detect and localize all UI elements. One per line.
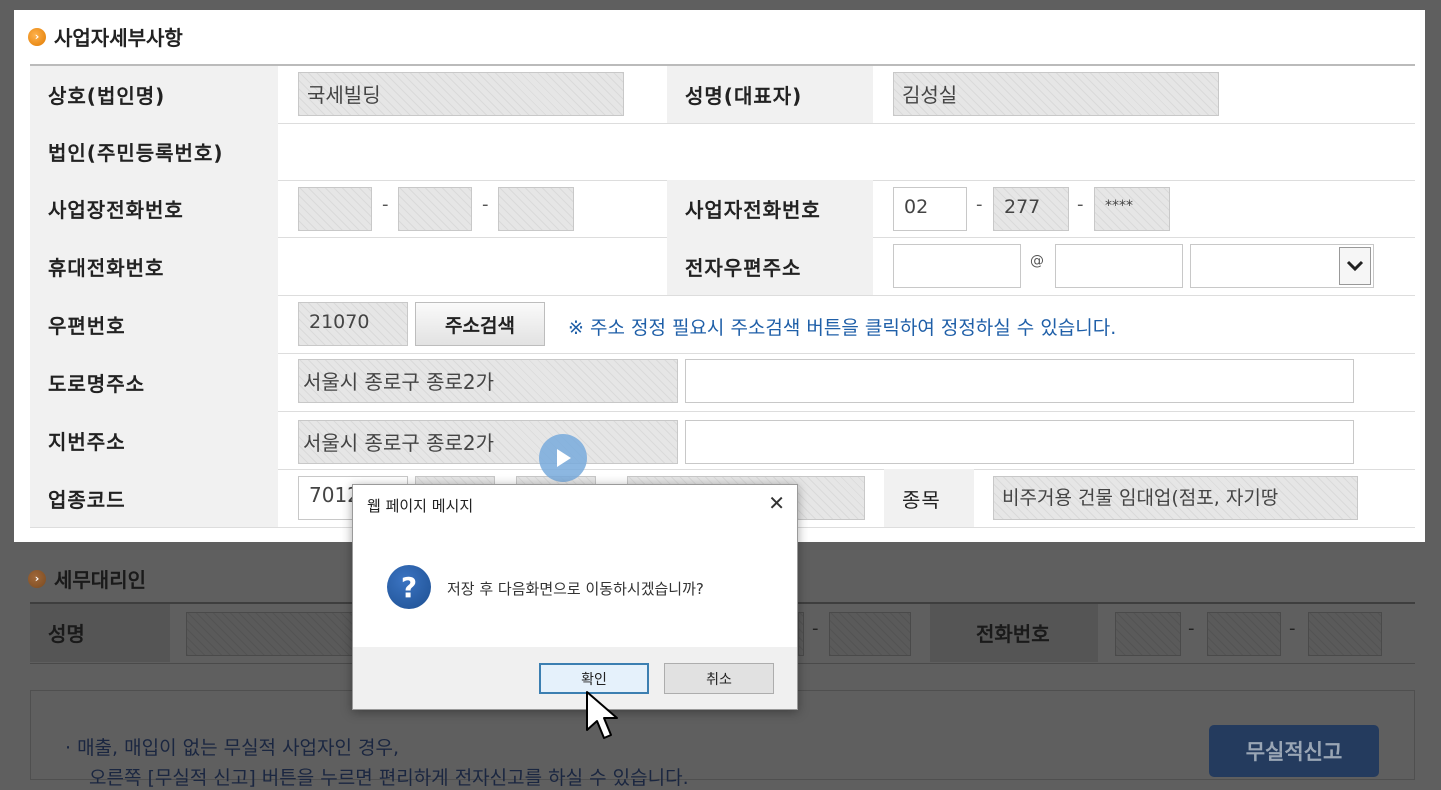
trade-name-label: 상호(법인명) <box>30 66 278 123</box>
web-page-message-dialog: 웹 페이지 메시지 ✕ ? 저장 후 다음화면으로 이동하시겠습니까? 확인 취… <box>352 484 798 710</box>
road-address-field[interactable]: 서울시 종로구 종로2가 <box>298 359 678 403</box>
road-address-label: 도로명주소 <box>30 353 278 411</box>
business-details-panel: › 사업자세부사항 상호(법인명) 국세빌딩 성명(대표자) 김성실 법인(주민… <box>14 10 1425 542</box>
address-search-button[interactable]: 주소검색 <box>415 302 545 346</box>
question-icon: ? <box>387 565 431 609</box>
postal-value: 21070 <box>309 311 370 333</box>
row-road-address: 도로명주소 서울시 종로구 종로2가 <box>30 353 1415 412</box>
section-bullet-icon: › <box>28 569 46 588</box>
biz-phone-part1[interactable] <box>298 187 372 231</box>
email-domain-input[interactable] <box>1055 244 1183 288</box>
postal-field[interactable]: 21070 <box>298 302 408 346</box>
owner-phone-part2[interactable]: 277 <box>993 187 1069 231</box>
item-label: 종목 <box>884 469 974 527</box>
email-domain-select[interactable] <box>1190 244 1374 288</box>
dash: - <box>976 194 983 215</box>
owner-phone-label: 사업자전화번호 <box>667 180 873 237</box>
tax-agent-phone-part2[interactable] <box>1207 612 1281 656</box>
corp-reg-label: 법인(주민등록번호) <box>30 123 278 180</box>
row-trade-name: 상호(법인명) 국세빌딩 성명(대표자) 김성실 <box>30 66 1415 124</box>
owner-phone-part3-value: **** <box>1105 198 1133 214</box>
owner-phone-part1[interactable]: 02 <box>893 187 967 231</box>
no-record-report-button[interactable]: 무실적신고 <box>1209 725 1379 777</box>
row-corp-reg: 법인(주민등록번호) <box>30 123 1415 181</box>
email-local-input[interactable] <box>893 244 1021 288</box>
cancel-button[interactable]: 취소 <box>664 663 774 694</box>
dash: - <box>1077 194 1084 215</box>
dash: - <box>1289 618 1296 639</box>
business-details-title: › 사업자세부사항 <box>28 22 183 51</box>
owner-phone-part1-value: 02 <box>904 196 929 218</box>
tax-agent-name-field[interactable] <box>186 612 356 656</box>
dialog-title: 웹 페이지 메시지 <box>367 497 474 515</box>
play-icon[interactable] <box>539 434 587 482</box>
rep-name-field[interactable]: 김성실 <box>893 72 1219 116</box>
email-label: 전자우편주소 <box>667 237 873 295</box>
mobile-label: 휴대전화번호 <box>30 237 278 295</box>
rep-name-label: 성명(대표자) <box>667 66 873 123</box>
notice-line-2: 오른쪽 [무실적 신고] 버튼을 누르면 편리하게 전자신고를 하실 수 있습니… <box>89 767 689 789</box>
tax-agent-id-field[interactable] <box>798 612 804 656</box>
close-icon[interactable]: ✕ <box>768 491 785 515</box>
lot-address-field[interactable]: 서울시 종로구 종로2가 <box>298 420 678 464</box>
tax-agent-phone-part1[interactable] <box>1115 612 1181 656</box>
dialog-footer: 확인 취소 <box>353 647 797 709</box>
email-at-sign: @ <box>1030 253 1044 269</box>
row-lot-address: 지번주소 서울시 종로구 종로2가 <box>30 411 1415 470</box>
row-mobile-email: 휴대전화번호 전자우편주소 @ <box>30 237 1415 296</box>
postal-label: 우편번호 <box>30 295 278 353</box>
industry-code-label: 업종코드 <box>30 469 278 527</box>
biz-phone-label: 사업장전화번호 <box>30 180 278 237</box>
dialog-message: 저장 후 다음화면으로 이동하시겠습니까? <box>447 580 704 598</box>
owner-phone-part2-value: 277 <box>1004 196 1041 218</box>
row-phones: 사업장전화번호 - - 사업자전화번호 02 - 277 - **** <box>30 180 1415 238</box>
notice-line-1: · 매출, 매입이 없는 무실적 사업자인 경우, <box>65 737 400 759</box>
row-postal: 우편번호 21070 주소검색 ※ 주소 정정 필요시 주소검색 버튼을 클릭하… <box>30 295 1415 354</box>
tax-agent-phone-label: 전화번호 <box>976 622 1050 646</box>
dash: - <box>382 194 389 215</box>
trade-name-field[interactable]: 국세빌딩 <box>298 72 624 116</box>
biz-phone-part3[interactable] <box>498 187 574 231</box>
section-title-text: 사업자세부사항 <box>54 26 183 50</box>
tax-agent-id-field-2[interactable] <box>829 612 911 656</box>
dash: - <box>482 194 489 215</box>
tax-agent-label-cell: 성명 <box>30 604 170 662</box>
chevron-down-icon[interactable] <box>1339 247 1371 285</box>
item-field[interactable]: 비주거용 건물 임대업(점포, 자기땅 <box>993 476 1358 520</box>
lot-address-detail-input[interactable] <box>685 420 1354 464</box>
road-address-detail-input[interactable] <box>685 359 1354 403</box>
biz-phone-part2[interactable] <box>398 187 472 231</box>
mouse-cursor-icon <box>585 690 625 754</box>
address-note: ※ 주소 정정 필요시 주소검색 버튼을 클릭하여 정정하실 수 있습니다. <box>568 317 1117 339</box>
owner-phone-part3[interactable]: **** <box>1094 187 1170 231</box>
tax-agent-name-label: 성명 <box>48 622 85 646</box>
tax-agent-title: › 세무대리인 <box>28 564 146 593</box>
tax-agent-phone-part3[interactable] <box>1308 612 1382 656</box>
section-title-text: 세무대리인 <box>54 568 146 592</box>
lot-address-label: 지번주소 <box>30 411 278 469</box>
dash: - <box>812 618 819 639</box>
tax-agent-phone-label-cell: 전화번호 <box>930 604 1098 662</box>
section-bullet-icon: › <box>28 27 46 46</box>
dash: - <box>1188 618 1195 639</box>
